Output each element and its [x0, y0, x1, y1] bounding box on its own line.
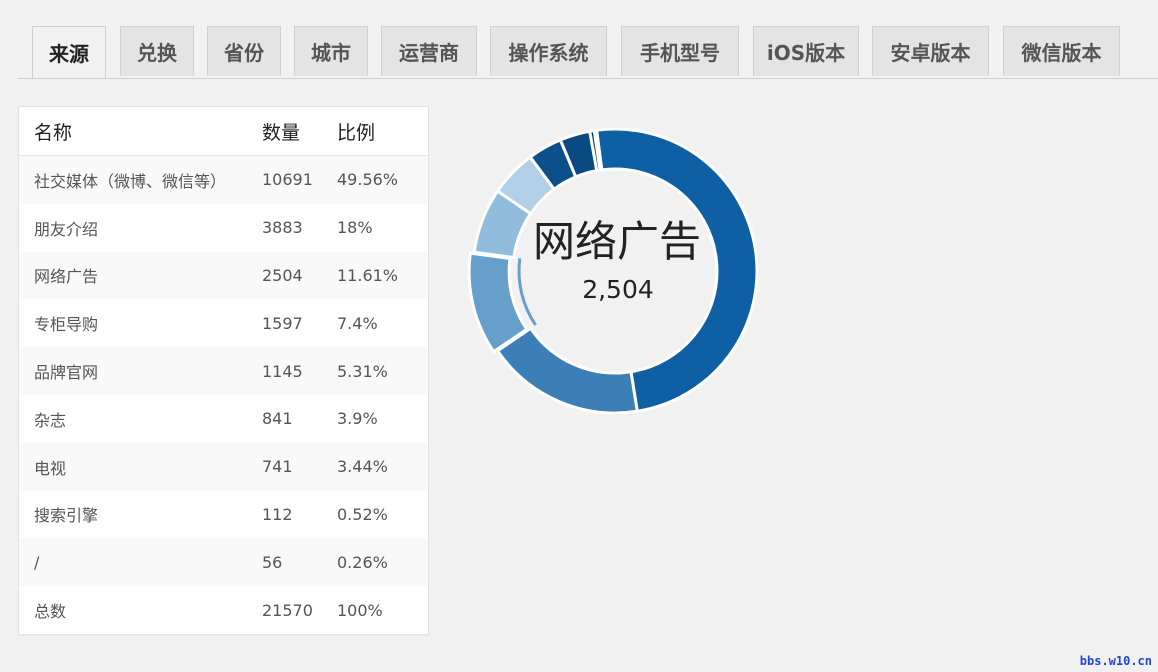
table-row: 网络广告 2504 11.61% [19, 251, 428, 300]
row-count: 112 [262, 504, 293, 524]
tab-ios-version[interactable]: iOS版本 [753, 26, 859, 76]
row-name: 杂志 [34, 410, 67, 430]
row-count: 2504 [262, 265, 303, 285]
donut-highlight-arc [517, 258, 537, 326]
row-ratio: 5.31% [337, 361, 388, 381]
header-ratio: 比例 [337, 121, 376, 144]
row-count: 1145 [262, 361, 303, 381]
row-name: 搜索引擎 [34, 506, 99, 526]
tab-os[interactable]: 操作系统 [490, 26, 607, 76]
row-ratio: 0.52% [337, 504, 388, 524]
row-ratio: 7.4% [337, 313, 378, 333]
row-count: 56 [262, 552, 283, 572]
donut-center-label: 网络广告 [533, 217, 701, 266]
total-ratio: 100% [337, 600, 383, 620]
tab-wechat-version[interactable]: 微信版本 [1003, 26, 1120, 76]
tab-city[interactable]: 城市 [294, 26, 368, 76]
row-name: 社交媒体（微博、微信等） [34, 171, 227, 191]
total-count: 21570 [262, 600, 313, 620]
header-name: 名称 [34, 121, 73, 144]
row-ratio: 49.56% [337, 170, 399, 190]
row-name: 朋友介绍 [34, 219, 99, 239]
row-count: 10691 [262, 170, 313, 190]
table-row: 品牌官网 1145 5.31% [19, 347, 428, 395]
tab-redeem[interactable]: 兑换 [120, 26, 194, 76]
table-row: 朋友介绍 3883 18% [19, 204, 428, 252]
table-row: 电视 741 3.44% [19, 442, 428, 491]
tab-android-version[interactable]: 安卓版本 [872, 26, 989, 76]
table-total-row: 总数 21570 100% [19, 586, 428, 634]
row-ratio: 18% [337, 218, 373, 238]
tab-province[interactable]: 省份 [207, 26, 281, 76]
tab-source[interactable]: 来源 [32, 26, 106, 78]
table-header: 名称 数量 比例 [19, 107, 428, 156]
tab-bar: 来源 兑换 省份 城市 运营商 操作系统 手机型号 iOS版本 安卓版本 微信版… [18, 26, 1158, 79]
stats-table: 名称 数量 比例 社交媒体（微博、微信等） 10691 49.56% 朋友介绍 … [18, 106, 429, 635]
row-name: 专柜导购 [34, 315, 99, 335]
row-name: 品牌官网 [34, 363, 99, 383]
tab-carrier[interactable]: 运营商 [381, 26, 477, 76]
row-name: 网络广告 [34, 267, 99, 287]
row-ratio: 3.44% [337, 457, 388, 477]
table-row: 专柜导购 1597 7.4% [19, 299, 428, 347]
table-row: 社交媒体（微博、微信等） 10691 49.56% [19, 156, 428, 204]
donut-slice[interactable] [495, 326, 639, 414]
row-name: 电视 [34, 458, 67, 478]
row-name: / [34, 552, 40, 572]
row-count: 741 [262, 457, 293, 477]
row-ratio: 11.61% [337, 265, 399, 285]
donut-chart: 网络广告 2,504 [467, 128, 759, 414]
watermark: bbs.w10.cn [1079, 654, 1152, 668]
row-count: 841 [262, 409, 293, 429]
row-count: 1597 [262, 313, 303, 333]
row-ratio: 3.9% [337, 409, 378, 429]
donut-slice[interactable] [594, 128, 759, 413]
table-row: 搜索引擎 112 0.52% [19, 491, 428, 539]
total-label: 总数 [34, 602, 67, 622]
table-row: 杂志 841 3.9% [19, 395, 428, 443]
table-row: / 56 0.26% [19, 538, 428, 587]
donut-center-value: 2,504 [582, 275, 654, 304]
row-ratio: 0.26% [337, 552, 388, 572]
header-count: 数量 [262, 121, 301, 144]
row-count: 3883 [262, 218, 303, 238]
tab-phone-model[interactable]: 手机型号 [621, 26, 739, 76]
